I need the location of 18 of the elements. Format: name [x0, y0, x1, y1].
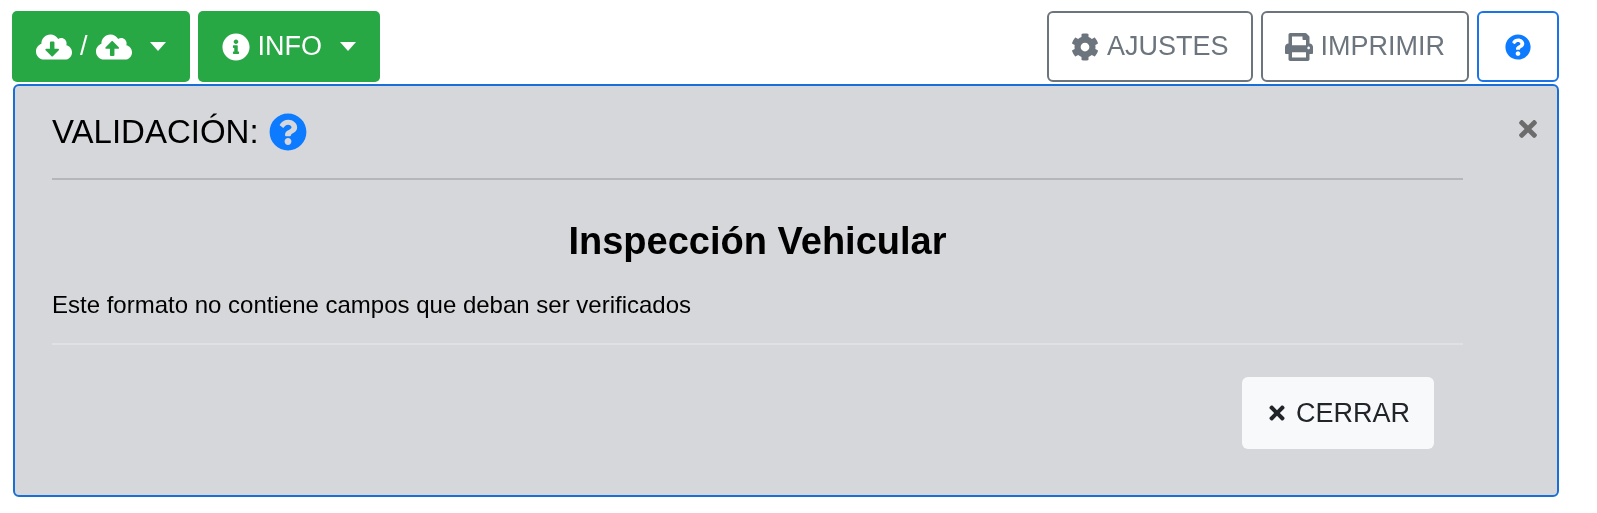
settings-icon	[1070, 32, 1099, 61]
help-icon	[1505, 33, 1531, 60]
validation-message: Este formato no contiene campos que deban ser verificados	[52, 291, 693, 319]
close-button[interactable]: CERRAR	[1242, 377, 1434, 449]
caret-icon	[149, 42, 166, 51]
info-menu-button[interactable]: INFO	[197, 11, 380, 82]
help-icon[interactable]	[268, 113, 307, 151]
help-button[interactable]	[1477, 11, 1559, 82]
form-heading: Inspección Vehicular	[567, 220, 948, 263]
transfer-menu-button[interactable]: /	[12, 11, 190, 82]
print-button[interactable]: IMPRIMIR	[1260, 11, 1469, 82]
separator-text: /	[80, 31, 88, 62]
settings-button[interactable]: AJUSTES	[1046, 11, 1253, 82]
panel-title: VALIDACIÓN:	[52, 113, 259, 151]
caret-icon	[340, 42, 356, 51]
printer-icon	[1284, 32, 1313, 61]
info-icon	[221, 32, 250, 61]
close-icon	[1266, 402, 1288, 424]
